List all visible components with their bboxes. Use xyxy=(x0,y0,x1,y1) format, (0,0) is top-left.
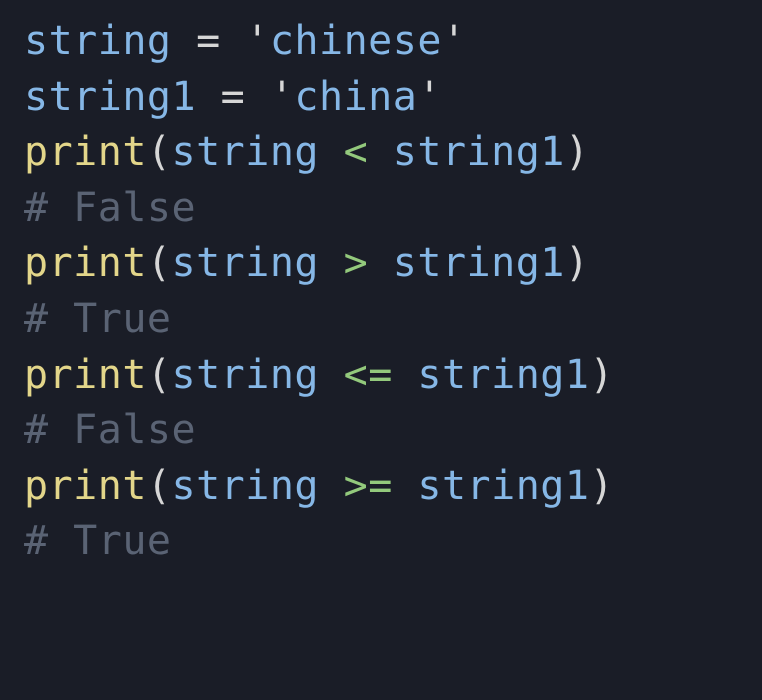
paren-close: ) xyxy=(565,129,590,175)
code-line: print(string <= string1) xyxy=(24,352,614,398)
comment: # True xyxy=(24,518,172,564)
function-name: print xyxy=(24,352,147,398)
comparison-operator: > xyxy=(344,240,369,286)
function-name: print xyxy=(24,463,147,509)
paren-open: ( xyxy=(147,463,172,509)
variable-name: string1 xyxy=(417,352,589,398)
variable-name: string xyxy=(24,18,172,64)
paren-open: ( xyxy=(147,240,172,286)
string-literal: chinese xyxy=(270,18,442,64)
string-quote: ' xyxy=(442,18,467,64)
comparison-operator: < xyxy=(344,129,369,175)
variable-name: string1 xyxy=(393,129,565,175)
code-line: print(string > string1) xyxy=(24,240,589,286)
space xyxy=(319,352,344,398)
assign-operator: = xyxy=(172,18,246,64)
code-line: string1 = 'china' xyxy=(24,74,442,120)
paren-close: ) xyxy=(589,463,614,509)
space xyxy=(393,352,418,398)
space xyxy=(319,463,344,509)
variable-name: string1 xyxy=(24,74,196,120)
comparison-operator: <= xyxy=(344,352,393,398)
variable-name: string xyxy=(172,129,320,175)
space xyxy=(319,129,344,175)
assign-operator: = xyxy=(196,74,270,120)
variable-name: string xyxy=(172,463,320,509)
space xyxy=(393,463,418,509)
code-line: # True xyxy=(24,296,172,342)
space xyxy=(319,240,344,286)
variable-name: string1 xyxy=(393,240,565,286)
string-literal: china xyxy=(294,74,417,120)
string-quote: ' xyxy=(417,74,442,120)
variable-name: string1 xyxy=(417,463,589,509)
comment: # False xyxy=(24,185,196,231)
string-quote: ' xyxy=(245,18,270,64)
paren-close: ) xyxy=(565,240,590,286)
comparison-operator: >= xyxy=(344,463,393,509)
variable-name: string xyxy=(172,240,320,286)
code-line: # False xyxy=(24,407,196,453)
space xyxy=(368,240,393,286)
code-line: print(string < string1) xyxy=(24,129,589,175)
comment: # False xyxy=(24,407,196,453)
comment: # True xyxy=(24,296,172,342)
string-quote: ' xyxy=(270,74,295,120)
paren-close: ) xyxy=(589,352,614,398)
code-block: string = 'chinese' string1 = 'china' pri… xyxy=(0,0,762,584)
code-line: print(string >= string1) xyxy=(24,463,614,509)
code-line: # True xyxy=(24,518,172,564)
paren-open: ( xyxy=(147,352,172,398)
variable-name: string xyxy=(172,352,320,398)
space xyxy=(368,129,393,175)
paren-open: ( xyxy=(147,129,172,175)
code-line: string = 'chinese' xyxy=(24,18,467,64)
code-line: # False xyxy=(24,185,196,231)
function-name: print xyxy=(24,129,147,175)
function-name: print xyxy=(24,240,147,286)
